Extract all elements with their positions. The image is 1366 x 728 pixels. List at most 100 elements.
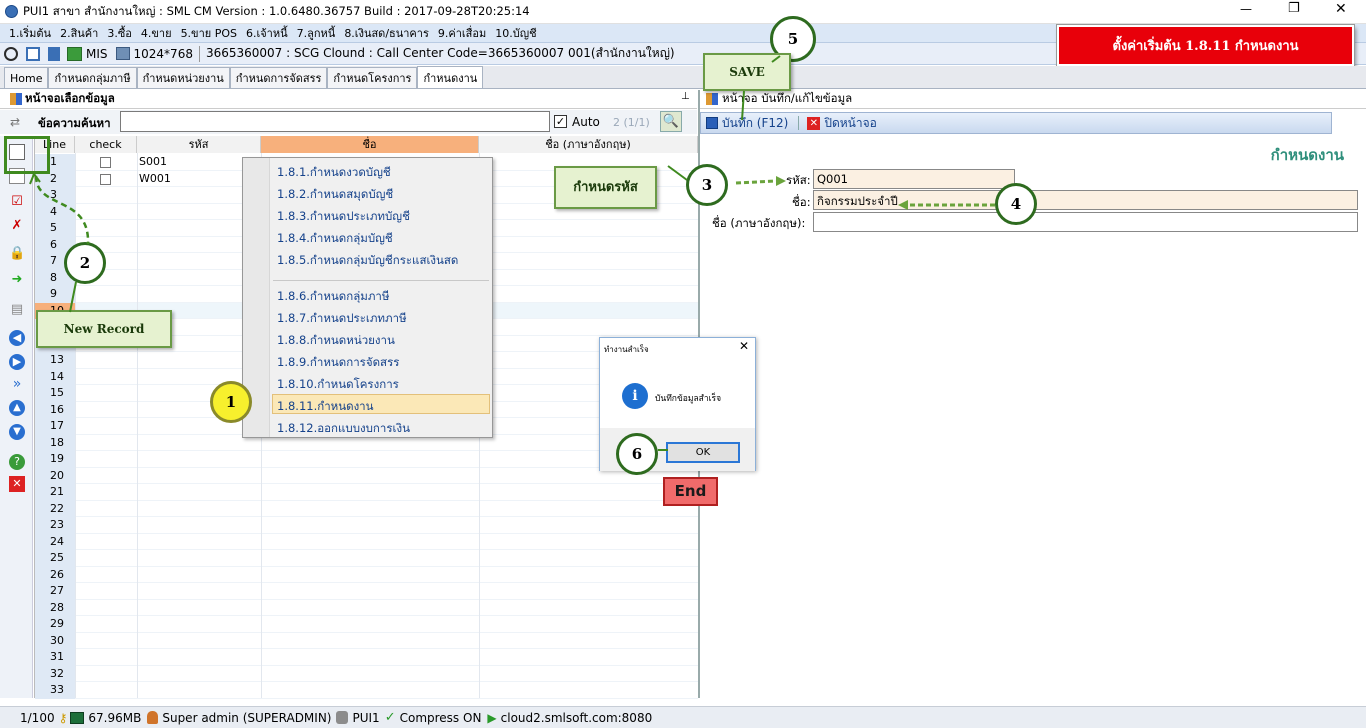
row-code: S001 (139, 155, 167, 168)
menu-item-1[interactable]: 1.เริ่มต้น (9, 24, 51, 42)
table-row[interactable]: 29 (35, 616, 698, 633)
menu-item-8[interactable]: 8.เงินสด/ธนาคาร (344, 24, 429, 42)
menu-item-1-8-12[interactable]: 1.8.12.ออกแบบงบการเงิน (277, 420, 410, 438)
name-input[interactable]: กิจกรรมประจำปี (813, 190, 1358, 210)
menu-item-1-8-1[interactable]: 1.8.1.กำหนดงวดบัญชี (277, 164, 391, 182)
close-form-icon[interactable]: ✕ (807, 116, 821, 130)
menu-item-1-8-4[interactable]: 1.8.4.กำหนดกลุ่มบัญชี (277, 230, 393, 248)
table-row[interactable]: 24 (35, 533, 698, 550)
row-line: 17 (35, 418, 75, 435)
calculator-icon[interactable] (48, 46, 60, 61)
dialog-close-icon[interactable]: ✕ (739, 339, 749, 353)
row-line: 20 (35, 467, 75, 484)
import-icon[interactable]: ➜ (9, 272, 25, 288)
row-line: 14 (35, 368, 75, 385)
help-icon[interactable]: ? (9, 454, 25, 470)
menu-item-1-8-9[interactable]: 1.8.9.กำหนดการจัดสรร (277, 354, 399, 372)
chart-icon[interactable] (67, 46, 82, 61)
clock-icon[interactable] (4, 46, 18, 61)
col-name-en[interactable]: ชื่อ (ภาษาอังกฤษ) (479, 136, 698, 153)
table-row[interactable]: 32 (35, 665, 698, 682)
callout-4: 4 (995, 183, 1037, 225)
menu-item-9[interactable]: 9.ค่าเสื่อม (438, 24, 486, 42)
table-row[interactable]: 22 (35, 500, 698, 517)
name-en-input[interactable] (813, 212, 1358, 232)
grid-icon (10, 93, 22, 105)
table-row[interactable]: 26 (35, 566, 698, 583)
ok-button[interactable]: OK (666, 442, 740, 463)
menu-item-1-8-11[interactable]: 1.8.11.กำหนดงาน (277, 398, 374, 416)
close-form-button[interactable]: ปิดหน้าจอ (824, 114, 877, 133)
table-row[interactable]: 21 (35, 484, 698, 501)
menu-item-1-8-2[interactable]: 1.8.2.กำหนดสมุดบัญชี (277, 186, 393, 204)
menu-item-10[interactable]: 10.บัญชี (495, 24, 536, 42)
db-name: PUI1 (352, 710, 380, 725)
menu-item-4[interactable]: 4.ขาย (141, 24, 172, 42)
arrow-left-icon[interactable]: ◀ (9, 330, 25, 346)
layout-icon[interactable] (26, 46, 40, 61)
row-line: 30 (35, 632, 75, 649)
pin-icon[interactable]: ⊥ (681, 91, 690, 102)
menu-item-1-8-6[interactable]: 1.8.6.กำหนดกลุ่มภาษี (277, 288, 389, 306)
table-row[interactable]: 30 (35, 632, 698, 649)
search-button[interactable]: 🔍 (660, 111, 682, 132)
table-row[interactable]: 27 (35, 583, 698, 600)
table-row[interactable]: 28 (35, 599, 698, 616)
col-check[interactable]: check (75, 136, 137, 153)
close-icon[interactable]: ✕ (9, 476, 25, 492)
arrow-right-icon[interactable]: ▶ (9, 354, 25, 370)
new-record-note: New Record (36, 310, 172, 348)
tab-4[interactable]: กำหนดการจัดสรร (229, 67, 328, 88)
close-button[interactable]: ✕ (1335, 1, 1347, 17)
tab-6[interactable]: กำหนดงาน (417, 66, 484, 88)
col-code[interactable]: รหัส (137, 136, 261, 153)
auto-checkbox[interactable]: ✓ (554, 115, 567, 128)
menu-item-1-8-8[interactable]: 1.8.8.กำหนดหน่วยงาน (277, 332, 395, 350)
table-row[interactable]: 31 (35, 649, 698, 666)
save-button[interactable]: บันทึก (F12) (722, 114, 788, 133)
arrow-down-icon[interactable]: ▼ (9, 424, 25, 440)
table-row[interactable]: 33 (35, 682, 698, 699)
menu-item-6[interactable]: 6.เจ้าหนี้ (246, 24, 288, 42)
menu-item-1-8-3[interactable]: 1.8.3.กำหนดประเภทบัญชี (277, 208, 410, 226)
tab-3[interactable]: กำหนดหน่วยงาน (136, 67, 230, 88)
delete-doc-icon[interactable]: ✗ (9, 218, 25, 234)
menu-item-3[interactable]: 3.ซื้อ (107, 24, 132, 42)
save-icon[interactable] (706, 117, 718, 129)
menu-item-1-8-10[interactable]: 1.8.10.กำหนดโครงการ (277, 376, 399, 394)
tab-5[interactable]: กำหนดโครงการ (327, 67, 418, 88)
restore-button[interactable]: ❐ (1288, 1, 1300, 16)
mis-label[interactable]: MIS (86, 47, 108, 61)
right-panel: หน้าจอ บันทึก/แก้ไขข้อมูล บันทึก (F12) ✕… (698, 90, 1366, 698)
menu-item-1-8-5[interactable]: 1.8.5.กำหนดกลุ่มบัญชีกระแสเงินสด (277, 252, 458, 270)
tab-2[interactable]: กำหนดกลุ่มภาษี (48, 67, 137, 88)
menu-item-5[interactable]: 5.ขาย POS (181, 24, 237, 42)
minimize-button[interactable]: — (1240, 2, 1252, 16)
row-checkbox[interactable] (100, 157, 111, 168)
print-icon[interactable]: ▤ (9, 302, 25, 318)
table-row[interactable]: 23 (35, 517, 698, 534)
table-row[interactable]: 25 (35, 550, 698, 567)
row-line: 19 (35, 451, 75, 468)
col-name[interactable]: ชื่อ (261, 136, 479, 153)
code-input[interactable]: Q001 (813, 169, 1015, 189)
row-checkbox[interactable] (100, 173, 111, 185)
name-en-label: ชื่อ (ภาษาอังกฤษ): (712, 216, 806, 230)
fast-forward-icon[interactable]: » (9, 376, 25, 392)
row-line: 22 (35, 500, 75, 517)
dialog-title: ทำงานสำเร็จ (604, 345, 649, 354)
lock-icon[interactable]: 🔒 (9, 246, 25, 262)
menu-item-7[interactable]: 7.ลูกหนี้ (297, 24, 336, 42)
search-row: ⇄ ข้อความค้นหา ✓ Auto 2 (1/1) 🔍 (0, 110, 697, 134)
memory-icon (70, 711, 85, 724)
menu-item-1-8-7[interactable]: 1.8.7.กำหนดประเภทภาษี (277, 310, 407, 328)
filter-icon[interactable]: ⇄ (10, 115, 20, 129)
arrow-up-icon[interactable]: ▲ (9, 400, 25, 416)
menu-item-2[interactable]: 2.สินค้า (60, 24, 98, 42)
search-input[interactable] (120, 111, 550, 132)
row-code: W001 (139, 171, 171, 185)
checklist-icon[interactable]: ☑ (9, 194, 25, 210)
tab-1[interactable]: Home (4, 67, 49, 88)
memory-usage: 67.96MB (88, 710, 142, 725)
grid-icon (706, 93, 718, 105)
